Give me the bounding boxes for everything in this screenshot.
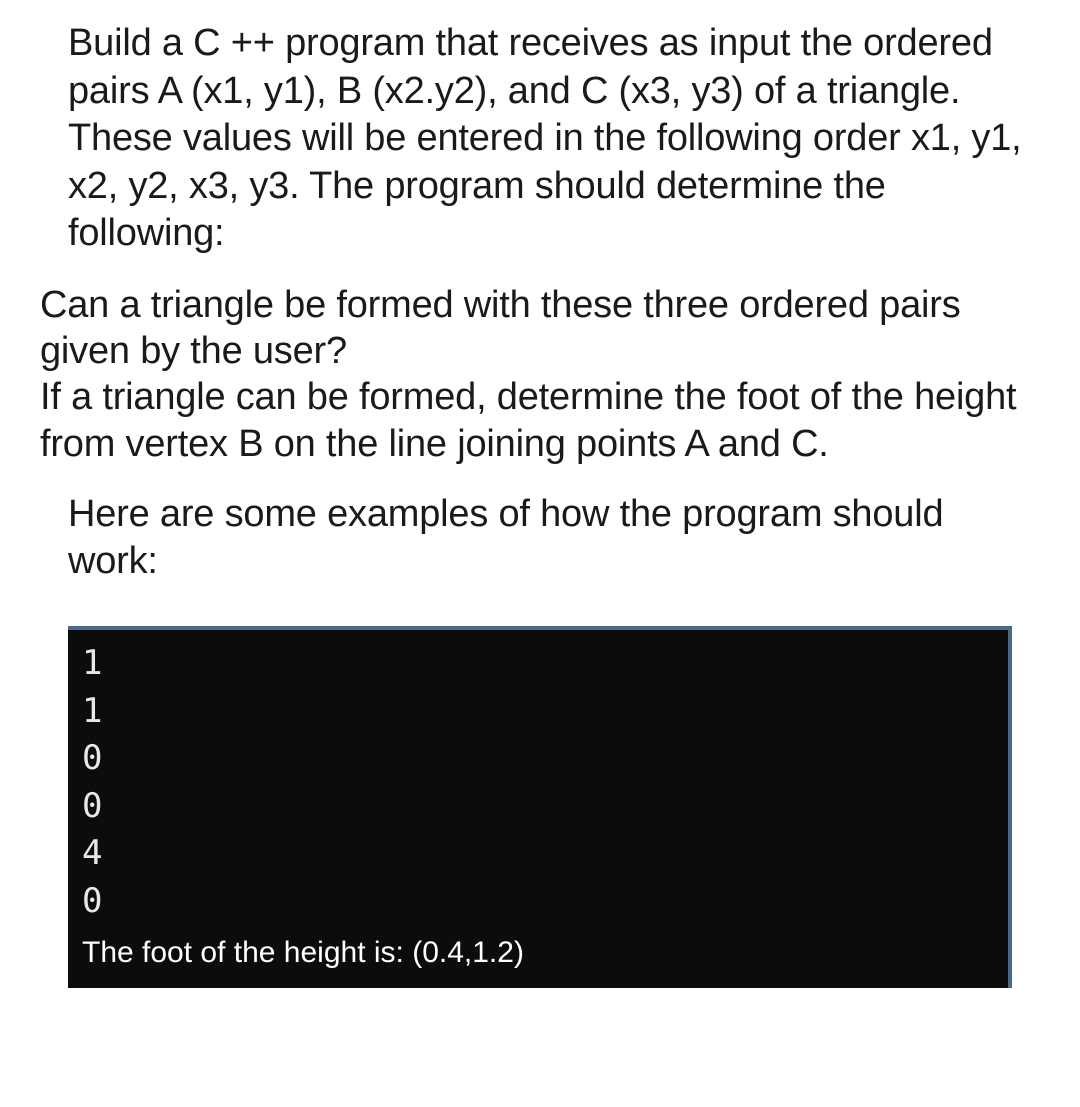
document-page: Build a C ++ program that receives as in… bbox=[0, 0, 1080, 1028]
terminal-input-line: 0 bbox=[82, 878, 994, 926]
terminal-window: 1 1 0 0 4 0 The foot of the height is: (… bbox=[68, 626, 1012, 988]
terminal-output-line: The foot of the height is: (0.4,1.2) bbox=[82, 932, 994, 974]
terminal-input-line: 1 bbox=[82, 640, 994, 688]
problem-statement-paragraph-1: Build a C ++ program that receives as in… bbox=[68, 20, 1040, 258]
problem-statement-paragraph-3: Here are some examples of how the progra… bbox=[68, 491, 1040, 586]
terminal-input-line: 4 bbox=[82, 830, 994, 878]
terminal-input-line: 0 bbox=[82, 735, 994, 783]
terminal-input-line: 1 bbox=[82, 688, 994, 736]
problem-statement-paragraph-2: Can a triangle be formed with these thre… bbox=[40, 282, 1040, 467]
terminal-input-line: 0 bbox=[82, 783, 994, 831]
